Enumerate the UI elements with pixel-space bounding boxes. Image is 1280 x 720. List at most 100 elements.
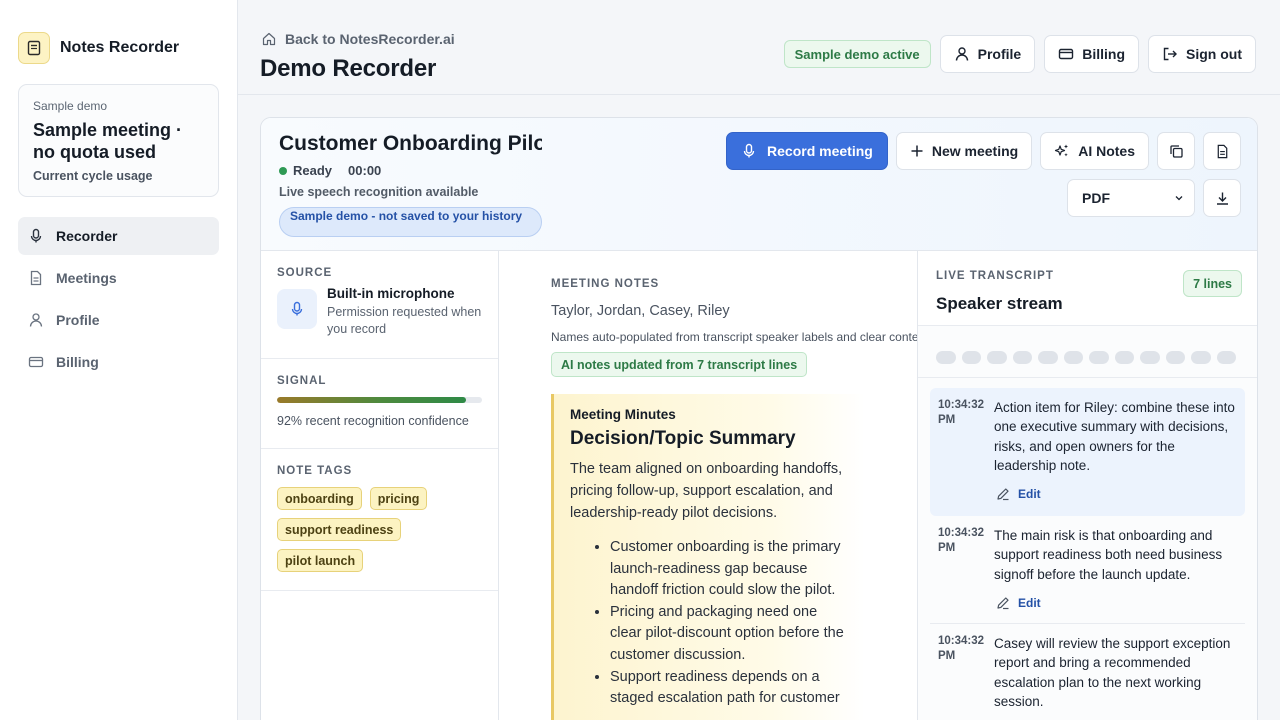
- entry-time: 10:34:32 PM: [938, 527, 985, 554]
- sidebar-item-profile[interactable]: Profile: [18, 301, 219, 339]
- notes-column: MEETING NOTES Taylor, Jordan, Casey, Ril…: [499, 251, 917, 720]
- signal-meter: [277, 397, 482, 403]
- minutes-summary: The team aligned on onboarding handoffs,…: [570, 461, 843, 521]
- app-name: Notes Recorder: [60, 39, 180, 56]
- recording-status: Ready: [293, 163, 333, 178]
- ai-notes-button[interactable]: AI Notes: [1040, 132, 1149, 170]
- microphone-name: Built-in microphone: [327, 286, 455, 301]
- transcript-entry[interactable]: 10:34:32 PM The main risk is that onboar…: [930, 516, 1245, 624]
- edit-entry-button[interactable]: Edit: [994, 596, 1237, 610]
- usage-eyebrow: Sample demo: [33, 99, 108, 113]
- new-meeting-button[interactable]: New meeting: [895, 132, 1033, 170]
- card-icon: [1058, 46, 1074, 62]
- record-meeting-label: Record meeting: [767, 143, 873, 159]
- header-divider: [238, 94, 1280, 95]
- sign-out-button[interactable]: Sign out: [1148, 35, 1256, 73]
- chevron-down-icon: [1174, 193, 1184, 203]
- source-section: SOURCE Built-in microphone Permission re…: [261, 251, 498, 359]
- sidebar-item-label: Meetings: [56, 270, 117, 286]
- microphone-permission: Permission requested when you record: [327, 305, 482, 336]
- waveform-bar: [1038, 351, 1058, 364]
- audio-waveform: [936, 351, 1236, 364]
- user-icon: [28, 312, 44, 328]
- sparkles-icon: [1054, 143, 1070, 159]
- record-meeting-button[interactable]: Record meeting: [726, 132, 888, 170]
- download-button[interactable]: [1203, 179, 1241, 217]
- entry-text: Casey will review the support exception …: [994, 636, 1231, 709]
- sidebar-item-meetings[interactable]: Meetings: [18, 259, 219, 297]
- usage-title: Sample meeting · no quota used: [33, 120, 183, 162]
- note-tags-section: NOTE TAGS onboarding pricing support rea…: [261, 449, 498, 591]
- waveform-bar: [1114, 351, 1134, 364]
- meeting-title[interactable]: Customer Onboarding Pilot: [279, 132, 542, 156]
- back-link[interactable]: Back to NotesRecorder.ai: [262, 31, 455, 47]
- transcript-entry[interactable]: 10:34:32 PM Action item for Riley: combi…: [930, 388, 1245, 516]
- minutes-heading: Decision/Topic Summary: [570, 428, 796, 449]
- sidebar-nav: Recorder Meetings Profile Billing: [18, 217, 219, 385]
- sidebar-item-billing[interactable]: Billing: [18, 343, 219, 381]
- minutes-kicker: Meeting Minutes: [570, 407, 676, 422]
- transcript-header: LIVE TRANSCRIPT Speaker stream 7 lines: [918, 251, 1257, 326]
- export-format-select[interactable]: PDF: [1067, 179, 1195, 217]
- sidebar-item-label: Billing: [56, 354, 99, 370]
- edit-label: Edit: [1018, 595, 1041, 610]
- waveform-bar: [1165, 351, 1185, 364]
- copy-button[interactable]: [1157, 132, 1195, 170]
- plus-icon: [910, 144, 924, 158]
- new-meeting-label: New meeting: [931, 143, 1019, 159]
- signal-confidence-text: 92% recent recognition confidence: [277, 414, 469, 428]
- download-icon: [1215, 191, 1230, 206]
- transcript-column: LIVE TRANSCRIPT Speaker stream 7 lines 1…: [917, 251, 1257, 720]
- microphone-source[interactable]: Built-in microphone Permission requested…: [277, 286, 482, 338]
- transcript-list: 10:34:32 PM Action item for Riley: combi…: [930, 388, 1245, 720]
- waveform-bar: [1089, 351, 1109, 364]
- recording-timer: 00:00: [348, 163, 382, 178]
- mic-icon: [277, 289, 317, 329]
- edit-entry-button[interactable]: Edit: [994, 487, 1237, 501]
- recorder-header: Customer Onboarding Pilot Ready 00:00 Li…: [261, 118, 1257, 251]
- status-dot-icon: [279, 166, 287, 175]
- transcript-lines-badge: 7 lines: [1183, 270, 1242, 297]
- transcript-title: Speaker stream: [936, 294, 1063, 313]
- ai-notes-label: AI Notes: [1078, 143, 1135, 159]
- minutes-bullet: Pricing and packaging need one clear pil…: [610, 602, 849, 667]
- sidebar-item-label: Recorder: [56, 228, 118, 244]
- status-row: Ready 00:00: [279, 163, 381, 178]
- edit-label: Edit: [1018, 487, 1041, 502]
- note-tags-eyebrow: NOTE TAGS: [277, 465, 353, 477]
- tag-onboarding[interactable]: onboarding: [277, 487, 362, 510]
- waveform-bar: [1140, 351, 1160, 364]
- attendee-note: Names auto-populated from transcript spe…: [551, 330, 917, 344]
- sidebar-item-recorder[interactable]: Recorder: [18, 217, 219, 255]
- meeting-minutes[interactable]: Meeting Minutes Decision/Topic Summary T…: [551, 394, 865, 720]
- ai-notes-status: AI notes updated from 7 transcript lines: [551, 352, 808, 377]
- pencil-icon: [996, 487, 1010, 501]
- attendees[interactable]: Taylor, Jordan, Casey, Riley: [551, 303, 730, 319]
- tag-pilot-launch[interactable]: pilot launch: [277, 549, 364, 572]
- recorder-actions: Record meeting New meeting AI Notes: [726, 132, 1241, 170]
- settings-column: SOURCE Built-in microphone Permission re…: [261, 251, 499, 720]
- entry-time: 10:34:32 PM: [938, 635, 985, 662]
- document-button[interactable]: [1203, 132, 1241, 170]
- profile-button[interactable]: Profile: [939, 35, 1036, 73]
- tag-list: onboarding pricing support readiness pil…: [277, 487, 487, 572]
- document-icon: [1215, 144, 1230, 159]
- tag-support-readiness[interactable]: support readiness: [277, 518, 402, 541]
- user-icon: [954, 46, 970, 62]
- signal-meter-fill: [277, 397, 466, 403]
- pencil-icon: [996, 596, 1010, 610]
- transcript-eyebrow: LIVE TRANSCRIPT: [936, 270, 1054, 282]
- waveform-bar: [1063, 351, 1083, 364]
- usage-card: Sample demo Sample meeting · no quota us…: [18, 84, 219, 197]
- billing-button[interactable]: Billing: [1044, 35, 1139, 73]
- export-format-value: PDF: [1082, 190, 1110, 206]
- tag-pricing[interactable]: pricing: [369, 487, 428, 510]
- sample-demo-badge: Sample demo - not saved to your history: [279, 207, 542, 237]
- sign-out-icon: [1162, 46, 1178, 62]
- brand[interactable]: Notes Recorder: [18, 32, 179, 64]
- speech-availability: Live speech recognition available: [279, 185, 479, 199]
- waveform-bar: [1012, 351, 1032, 364]
- billing-button-label: Billing: [1082, 46, 1125, 62]
- transcript-entry[interactable]: 10:34:32 PM Casey will review the suppor…: [930, 624, 1245, 720]
- demo-status-badge: Sample demo active: [783, 40, 931, 68]
